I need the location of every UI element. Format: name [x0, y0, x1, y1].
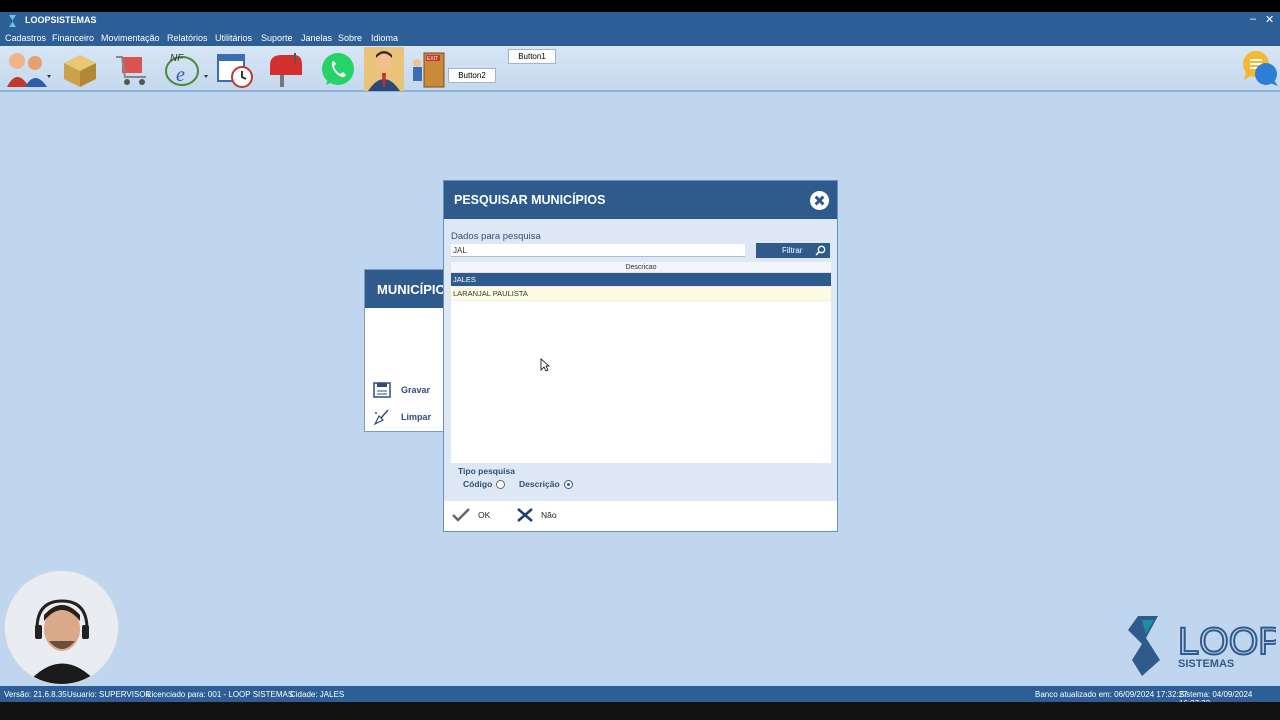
dialog-footer: OK Não: [444, 501, 837, 531]
app-title: LOOPSISTEMAS: [25, 15, 97, 25]
filter-label: Filtrar: [782, 246, 803, 255]
search-type-label: Tipo pesquisa: [458, 466, 515, 476]
no-button[interactable]: Não: [517, 508, 557, 522]
mailbox-icon[interactable]: [264, 49, 304, 89]
search-input[interactable]: [451, 244, 745, 257]
svg-text:NF: NF: [170, 53, 184, 64]
status-city: Cidade: JALES: [290, 690, 345, 699]
search-icon: [815, 245, 826, 256]
search-municipios-dialog: PESQUISAR MUNICÍPIOS Dados para pesquisa…: [443, 180, 838, 532]
status-db-updated: Banco atualizado em: 06/09/2024 17:32:27: [1035, 690, 1188, 699]
table-row[interactable]: JALES: [451, 273, 831, 287]
ok-button[interactable]: OK: [452, 508, 490, 522]
radio-codigo-label: Código: [463, 479, 493, 489]
save-icon: [373, 382, 391, 398]
close-icon[interactable]: [810, 191, 829, 210]
clear-button[interactable]: Limpar: [373, 409, 431, 425]
ok-label: OK: [478, 510, 491, 520]
status-version: Versão: 21.6.8.35: [4, 690, 67, 699]
save-button[interactable]: Gravar: [373, 382, 430, 398]
clients-icon[interactable]: [3, 49, 51, 89]
chat-icon[interactable]: [1240, 50, 1280, 90]
menu-cadastros[interactable]: Cadastros: [5, 33, 46, 43]
check-icon: [452, 508, 470, 522]
save-label: Gravar: [401, 385, 431, 395]
svg-text:e: e: [176, 64, 185, 86]
close-window-button[interactable]: ✕: [1265, 13, 1274, 26]
results-grid: Descricao JALES LARANJAL PAULISTA: [451, 262, 831, 463]
menu-relatorios[interactable]: Relatórios: [167, 33, 208, 43]
shopping-cart-icon[interactable]: [112, 49, 152, 89]
menu-financeiro[interactable]: Financeiro: [52, 33, 94, 43]
status-bar: Versão: 21.6.8.35 Usuario: SUPERVISOR Li…: [0, 686, 1280, 708]
presenter-icon: [5, 571, 118, 684]
no-label: Não: [541, 510, 557, 520]
brand-sub: SISTEMAS: [1178, 658, 1234, 670]
broom-icon: [373, 409, 389, 425]
menu-sobre[interactable]: Sobre: [338, 33, 362, 43]
taskbar-strip: [0, 702, 1280, 720]
status-user: Usuario: SUPERVISOR: [67, 690, 152, 699]
menu-idioma[interactable]: Idioma: [371, 33, 398, 43]
column-header-descricao[interactable]: Descricao: [451, 262, 831, 273]
table-row[interactable]: LARANJAL PAULISTA: [451, 287, 831, 301]
button1[interactable]: Button1: [508, 49, 556, 64]
menu-movimentacao[interactable]: Movimentação: [101, 33, 160, 43]
button2[interactable]: Button2: [448, 68, 496, 83]
svg-text:EXIT: EXIT: [427, 56, 438, 62]
radio-codigo-circle[interactable]: [496, 479, 506, 489]
mouse-cursor-icon: [540, 358, 550, 372]
minimize-button[interactable]: –: [1250, 13, 1256, 25]
user-avatar-icon[interactable]: [364, 47, 404, 91]
calendar-clock-icon[interactable]: [214, 49, 254, 89]
whatsapp-icon[interactable]: [318, 49, 358, 89]
panel-title: MUNICÍPIOS: [365, 270, 443, 308]
radio-descricao[interactable]: Descrição: [519, 479, 573, 489]
menu-suporte[interactable]: Suporte: [261, 33, 293, 43]
municipios-panel: MUNICÍPIOS Gravar Limpar: [364, 269, 444, 432]
exit-door-icon[interactable]: EXIT: [408, 49, 448, 89]
webcam-overlay: [4, 570, 119, 685]
dialog-header: PESQUISAR MUNICÍPIOS: [444, 181, 837, 219]
menu-janelas[interactable]: Janelas: [301, 33, 332, 43]
status-license: Licenciado para: 001 - LOOP SISTEMAS: [147, 690, 294, 699]
menu-utilitarios[interactable]: Utilitários: [215, 33, 252, 43]
radio-descricao-label: Descrição: [519, 479, 560, 489]
nfe-icon[interactable]: NF e: [162, 49, 210, 89]
brand-word: LOOP: [1178, 621, 1276, 663]
search-label: Dados para pesquisa: [451, 231, 541, 242]
app-logo-icon: [9, 15, 16, 27]
dialog-title: PESQUISAR MUNICÍPIOS: [454, 193, 606, 207]
filter-button[interactable]: Filtrar: [756, 243, 830, 258]
radio-descricao-circle[interactable]: [563, 479, 573, 489]
title-bar: LOOPSISTEMAS – ✕: [0, 12, 1280, 30]
menu-bar: Cadastros Financeiro Movimentação Relató…: [0, 30, 1280, 46]
loop-sistemas-logo: LOOP SISTEMAS: [1128, 616, 1276, 676]
radio-codigo[interactable]: Código: [463, 479, 506, 489]
toolbar: NF e EXIT Button1 Button2: [0, 46, 1280, 92]
clear-label: Limpar: [401, 412, 432, 422]
x-icon: [517, 508, 533, 522]
products-box-icon[interactable]: [60, 49, 100, 89]
